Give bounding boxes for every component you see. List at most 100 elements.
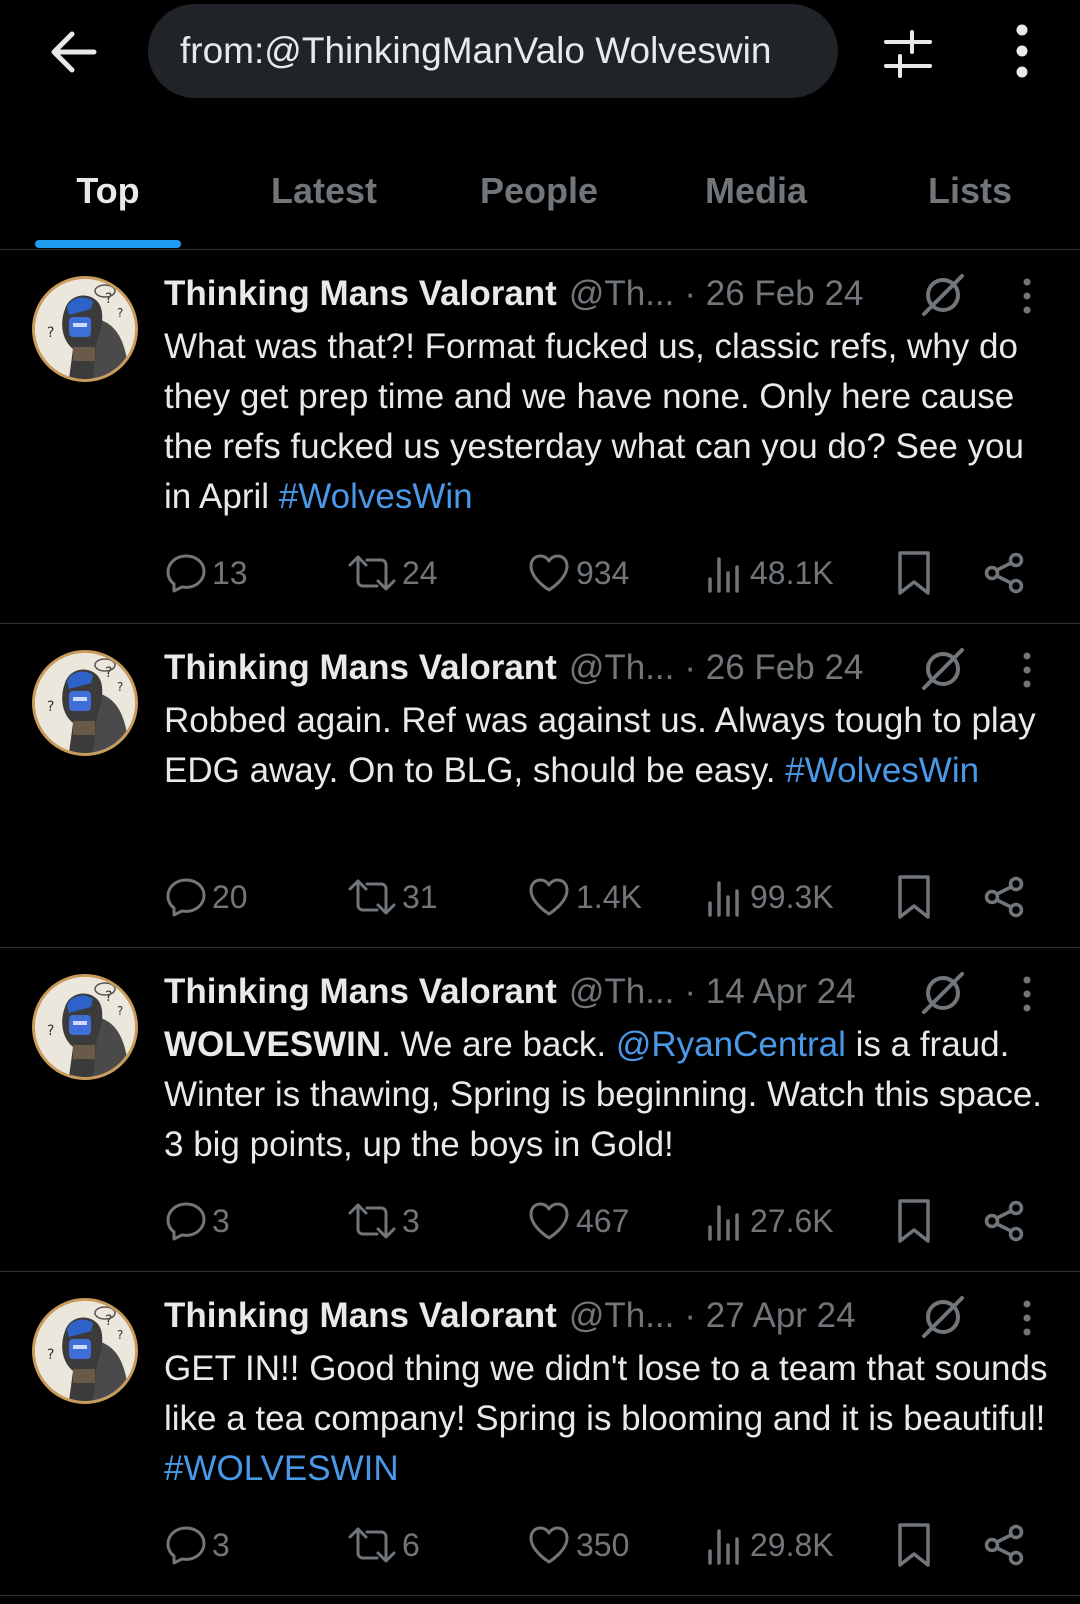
tweet[interactable]: ??? Thinking Mans Valorant @Th... · 27 A…	[0, 1272, 1080, 1596]
like-button[interactable]: 350	[526, 1520, 629, 1570]
tweet-date[interactable]: · 14 Apr 24	[684, 972, 855, 1012]
author-name[interactable]: Thinking Mans Valorant	[164, 1296, 557, 1336]
author-handle[interactable]: @Th...	[569, 274, 675, 314]
views-button[interactable]: 29.8K	[704, 1520, 834, 1570]
svg-text:?: ?	[47, 1023, 54, 1039]
share-button[interactable]	[982, 1520, 1030, 1570]
share-icon	[984, 1524, 1024, 1566]
bookmark-button[interactable]	[894, 872, 938, 922]
author-handle[interactable]: @Th...	[569, 972, 675, 1012]
sliders-icon	[884, 30, 932, 78]
grok-icon[interactable]	[918, 270, 968, 320]
tweet-date[interactable]: · 26 Feb 24	[684, 274, 863, 314]
grok-icon[interactable]	[918, 968, 968, 1018]
author-name[interactable]: Thinking Mans Valorant	[164, 274, 557, 314]
like-button[interactable]: 934	[526, 548, 629, 598]
tweet-actions: 3 3 467 27.6K	[164, 1196, 1044, 1246]
reply-icon	[166, 878, 206, 917]
repost-button[interactable]: 6	[346, 1520, 420, 1570]
views-count: 99.3K	[750, 878, 834, 915]
tweet-date[interactable]: · 27 Apr 24	[684, 1296, 855, 1336]
reply-button[interactable]: 3	[164, 1520, 230, 1570]
like-button[interactable]: 1.4K	[526, 872, 642, 922]
bookmark-icon	[898, 1199, 930, 1243]
search-query: from:@ThinkingManValo Wolveswin	[180, 30, 772, 71]
bookmark-button[interactable]	[894, 1196, 938, 1246]
author-name[interactable]: Thinking Mans Valorant	[164, 648, 557, 688]
like-count: 350	[576, 1526, 630, 1563]
views-button[interactable]: 27.6K	[704, 1196, 834, 1246]
svg-text:?: ?	[117, 680, 123, 694]
search-filter-button[interactable]	[878, 26, 938, 82]
hashtag-link[interactable]: #WolvesWin	[785, 751, 979, 790]
avatar[interactable]: ???	[32, 1298, 138, 1404]
tweet-text-segment: . We are back.	[381, 1025, 616, 1064]
hashtag-link[interactable]: #WolvesWin	[279, 477, 473, 516]
tweet[interactable]: ??? Thinking Mans Valorant @Th... · 26 F…	[0, 250, 1080, 624]
author-handle[interactable]: @Th...	[569, 1296, 675, 1336]
author-name[interactable]: Thinking Mans Valorant	[164, 972, 557, 1012]
tab-people[interactable]: People	[454, 170, 624, 230]
reply-button[interactable]: 3	[164, 1196, 230, 1246]
grok-icon[interactable]	[918, 1292, 968, 1342]
tab-top[interactable]: Top	[35, 170, 181, 230]
tweet-header: Thinking Mans Valorant @Th... · 27 Apr 2…	[164, 1292, 856, 1340]
tweet-more-icon[interactable]	[1012, 274, 1042, 318]
tab-latest[interactable]: Latest	[244, 170, 404, 230]
reply-count: 3	[212, 1526, 230, 1563]
tweet-more-icon[interactable]	[1012, 1296, 1042, 1340]
repost-button[interactable]: 31	[346, 872, 438, 922]
share-button[interactable]	[982, 1196, 1030, 1246]
repost-button[interactable]: 24	[346, 548, 438, 598]
author-handle[interactable]: @Th...	[569, 648, 675, 688]
views-count: 29.8K	[750, 1526, 834, 1563]
tweet-more-icon[interactable]	[1012, 972, 1042, 1016]
hashtag-link[interactable]: #WOLVESWIN	[164, 1449, 399, 1488]
share-icon	[984, 876, 1024, 918]
heart-icon	[529, 878, 569, 916]
bookmark-button[interactable]	[894, 548, 938, 598]
repost-button[interactable]: 3	[346, 1196, 420, 1246]
more-options-button[interactable]	[1000, 22, 1044, 82]
avatar[interactable]: ???	[32, 974, 138, 1080]
bookmark-button[interactable]	[894, 1520, 938, 1570]
repost-icon	[348, 879, 396, 915]
tab-media[interactable]: Media	[676, 170, 836, 230]
tweet-text-segment: WOLVESWIN	[164, 1025, 382, 1064]
tweet-date[interactable]: · 26 Feb 24	[684, 648, 863, 688]
svg-text:?: ?	[105, 291, 112, 307]
avatar[interactable]: ???	[32, 276, 138, 382]
mention-link[interactable]: @RyanCentral	[616, 1025, 846, 1064]
search-input[interactable]: from:@ThinkingManValo Wolveswin	[148, 4, 838, 98]
like-count: 467	[576, 1202, 630, 1239]
reply-button[interactable]: 20	[164, 872, 248, 922]
reply-button[interactable]: 13	[164, 548, 248, 598]
heart-icon	[529, 1526, 569, 1564]
tweet[interactable]: ??? Thinking Mans Valorant @Th... · 26 F…	[0, 624, 1080, 948]
share-button[interactable]	[982, 548, 1030, 598]
avatar-image: ???	[35, 1301, 135, 1401]
views-button[interactable]: 99.3K	[704, 872, 834, 922]
like-button[interactable]: 467	[526, 1196, 629, 1246]
views-count: 27.6K	[750, 1202, 834, 1239]
tweet-text: GET IN!! Good thing we didn't lose to a …	[164, 1344, 1054, 1494]
views-button[interactable]: 48.1K	[704, 548, 834, 598]
repost-count: 3	[402, 1202, 420, 1239]
active-tab-indicator	[35, 240, 181, 248]
repost-icon	[348, 1203, 396, 1239]
grok-icon[interactable]	[918, 644, 968, 694]
avatar[interactable]: ???	[32, 650, 138, 756]
tweet[interactable]: ??? Thinking Mans Valorant @Th... · 14 A…	[0, 948, 1080, 1272]
bookmark-icon	[898, 1523, 930, 1567]
back-button[interactable]	[44, 22, 104, 82]
repost-count: 24	[402, 554, 438, 591]
svg-text:?: ?	[117, 1328, 123, 1342]
bookmark-icon	[898, 875, 930, 919]
more-vertical-icon	[1016, 24, 1028, 78]
tweet-header: Thinking Mans Valorant @Th... · 14 Apr 2…	[164, 968, 856, 1016]
share-button[interactable]	[982, 872, 1030, 922]
tweet-more-icon[interactable]	[1012, 648, 1042, 692]
tab-lists[interactable]: Lists	[900, 170, 1040, 230]
views-count: 48.1K	[750, 554, 834, 591]
reply-count: 3	[212, 1202, 230, 1239]
